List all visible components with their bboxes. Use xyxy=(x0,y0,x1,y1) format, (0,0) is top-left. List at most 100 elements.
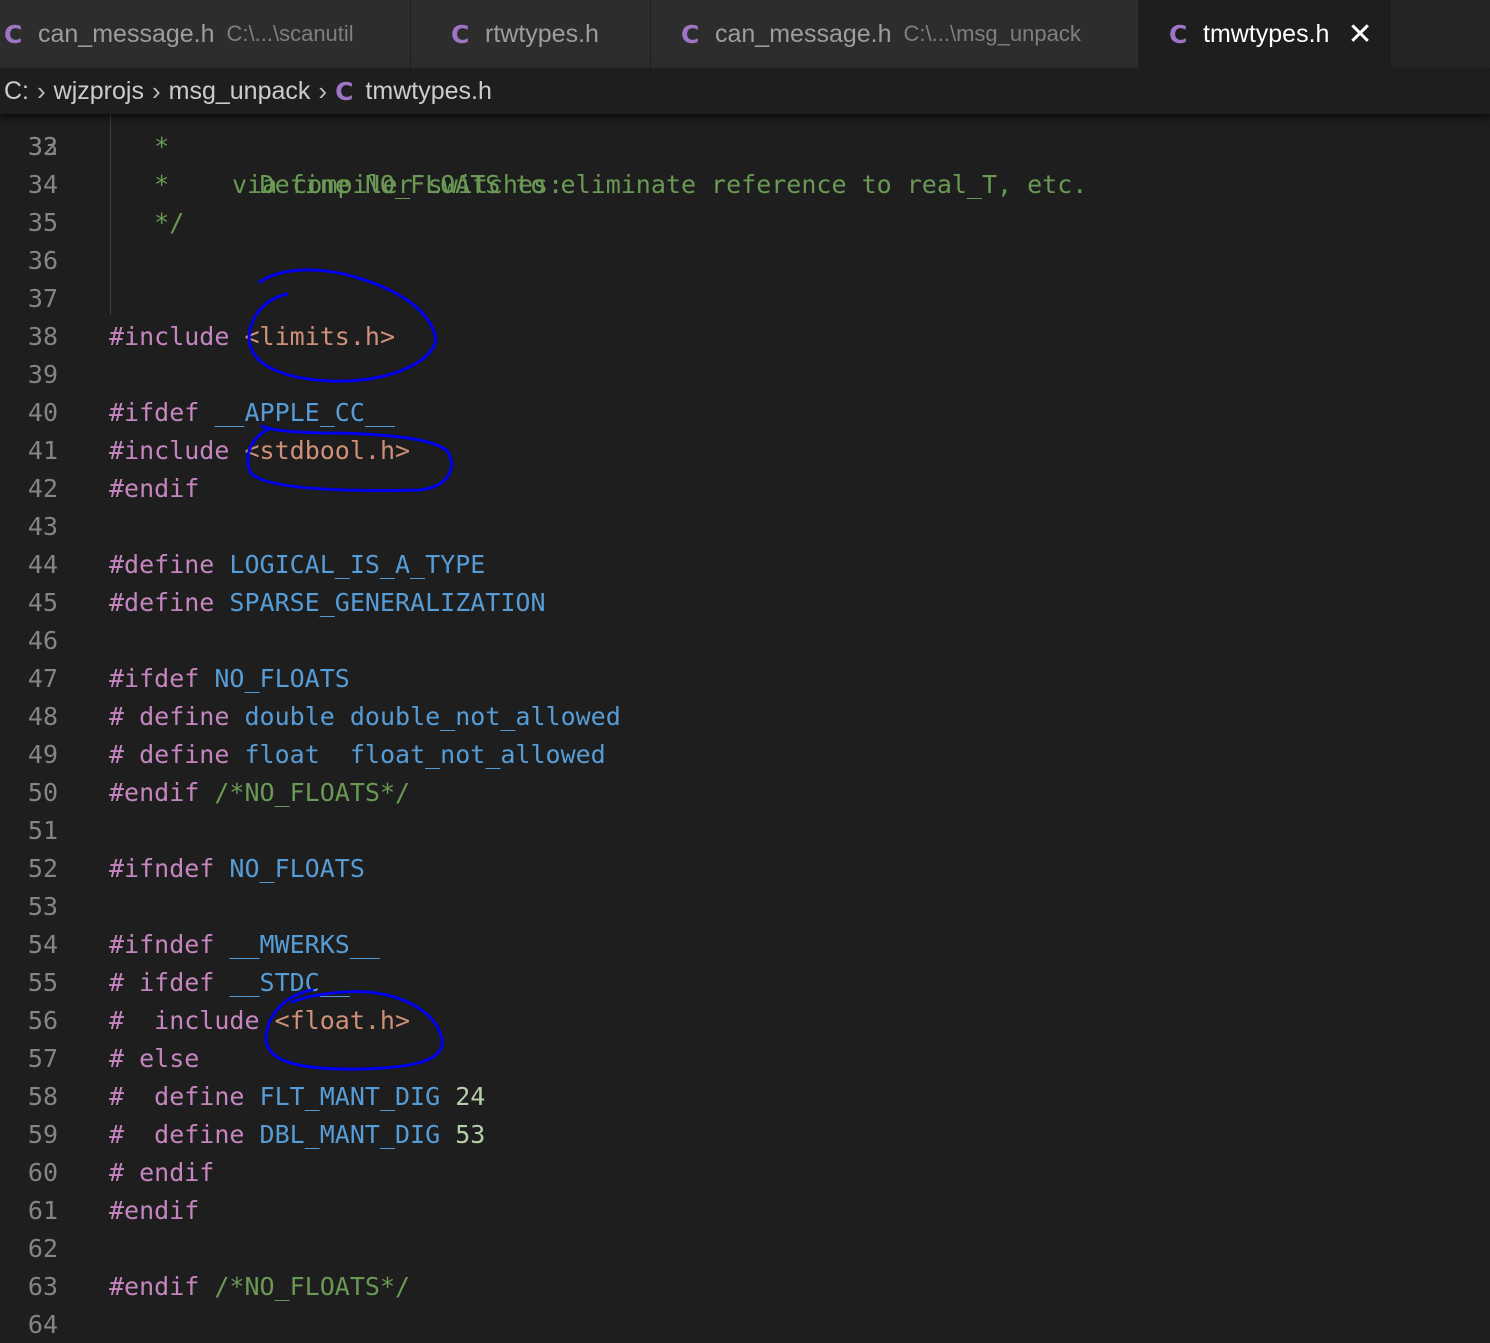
c-file-icon: C xyxy=(451,19,470,49)
code-token: SPARSE_GENERALIZATION xyxy=(229,588,546,617)
code-token: #ifdef xyxy=(109,664,200,693)
line-text: # include <float.h> xyxy=(109,1002,410,1040)
code-token: #include xyxy=(109,436,230,465)
line-number: 38 xyxy=(27,322,58,351)
breadcrumb: C: › wjzprojs › msg_unpack › C tmwtypes.… xyxy=(0,68,1490,114)
tab-label: can_message.h xyxy=(715,19,892,48)
code-token: # define xyxy=(109,702,230,731)
tab-rtwtypes[interactable]: C rtwtypes.h xyxy=(411,0,651,68)
breadcrumb-file[interactable]: tmwtypes.h xyxy=(365,77,491,106)
line-number: 55 xyxy=(27,968,58,997)
code-token: # define xyxy=(109,740,230,769)
tab-label: can_message.h xyxy=(38,19,215,48)
chevron-right-icon: › xyxy=(151,75,161,106)
line-number: 48 xyxy=(27,702,58,731)
line-text: #include <limits.h> xyxy=(109,318,395,356)
code-token: float_not_allowed xyxy=(349,740,606,769)
close-icon[interactable]: ✕ xyxy=(1347,17,1372,52)
c-file-icon: C xyxy=(1169,19,1188,49)
line-number: 51 xyxy=(27,816,58,845)
line-text: # define DBL_MANT_DIG 53 xyxy=(109,1116,485,1154)
tab-tmwtypes[interactable]: C tmwtypes.h ✕ xyxy=(1139,0,1391,68)
line-number: 33 xyxy=(27,132,58,161)
code-token: <limits.h> xyxy=(244,322,395,351)
line-number: 46 xyxy=(27,626,58,655)
code-token: float xyxy=(244,740,320,769)
line-number: 58 xyxy=(27,1082,58,1111)
code-token: * xyxy=(154,132,170,161)
breadcrumb-drive[interactable]: C: xyxy=(4,77,29,106)
tab-path: C:\...\msg_unpack xyxy=(903,21,1081,46)
code-token: LOGICAL_IS_A_TYPE xyxy=(229,550,486,579)
line-number: 61 xyxy=(27,1196,58,1225)
line-number: 43 xyxy=(27,512,58,541)
line-text: #endif /*NO_FLOATS*/ xyxy=(109,1268,410,1306)
line-text: # define double double_not_allowed xyxy=(109,698,621,736)
line-text: #ifdef __APPLE_CC__ xyxy=(109,394,395,432)
code-token: # endif xyxy=(109,1158,215,1187)
code-token: <stdbool.h> xyxy=(244,436,411,465)
line-number: 47 xyxy=(27,664,58,693)
line-number: 49 xyxy=(27,740,58,769)
line-number: 44 xyxy=(27,550,58,579)
line-number: 36 xyxy=(27,246,58,275)
line-number: 56 xyxy=(27,1006,58,1035)
code-token: double xyxy=(244,702,335,731)
code-token: #include xyxy=(109,322,230,351)
tab-can-message-msg-unpack[interactable]: C can_message.h C:\...\msg_unpack xyxy=(651,0,1139,68)
line-text: # define float float_not_allowed xyxy=(109,736,606,774)
code-editor[interactable]: 32 via compiler switches: 33 * 34 * Defin… xyxy=(0,114,1490,1343)
code-token: #ifndef xyxy=(109,854,215,883)
chevron-right-icon: › xyxy=(318,75,328,106)
line-text: # else xyxy=(109,1040,199,1078)
code-token: #endif xyxy=(109,778,200,807)
line-number: 57 xyxy=(27,1044,58,1073)
code-token: * Define NO_FLOATS to eliminate referenc… xyxy=(154,170,1088,199)
line-number: 64 xyxy=(27,1310,58,1339)
breadcrumb-folder-msg-unpack[interactable]: msg_unpack xyxy=(169,77,311,106)
line-number: 62 xyxy=(27,1234,58,1263)
tab-path: C:\...\scanutil xyxy=(226,21,354,46)
line-text: #define LOGICAL_IS_A_TYPE xyxy=(109,546,485,584)
code-token: 24 xyxy=(455,1082,486,1111)
line-text: #ifdef NO_FLOATS xyxy=(109,660,350,698)
line-number: 39 xyxy=(27,360,58,389)
tab-label: rtwtypes.h xyxy=(485,19,599,48)
line-text: #ifndef __MWERKS__ xyxy=(109,926,380,964)
line-text: #ifndef NO_FLOATS xyxy=(109,850,365,888)
line-text: * Define NO_FLOATS to eliminate referenc… xyxy=(109,166,1087,204)
line-number: 54 xyxy=(27,930,58,959)
line-number: 41 xyxy=(27,436,58,465)
line-text: * xyxy=(109,128,169,166)
code-token: #endif xyxy=(109,474,200,503)
line-text: # endif xyxy=(109,1154,214,1192)
line-number: 52 xyxy=(27,854,58,883)
line-number: 59 xyxy=(27,1120,58,1149)
code-token: #define xyxy=(109,550,215,579)
tab-bar: C can_message.h C:\...\scanutil C rtwtyp… xyxy=(0,0,1490,68)
line-number: 40 xyxy=(27,398,58,427)
c-file-icon: C xyxy=(335,76,354,106)
tab-can-message-scanutil[interactable]: C can_message.h C:\...\scanutil xyxy=(0,0,411,68)
c-file-icon: C xyxy=(4,19,23,49)
line-number: 45 xyxy=(27,588,58,617)
code-token: double_not_allowed xyxy=(349,702,621,731)
code-token: <float.h> xyxy=(274,1006,411,1035)
tab-label: tmwtypes.h xyxy=(1203,19,1330,48)
breadcrumb-folder-wjzprojs[interactable]: wjzprojs xyxy=(54,77,144,106)
